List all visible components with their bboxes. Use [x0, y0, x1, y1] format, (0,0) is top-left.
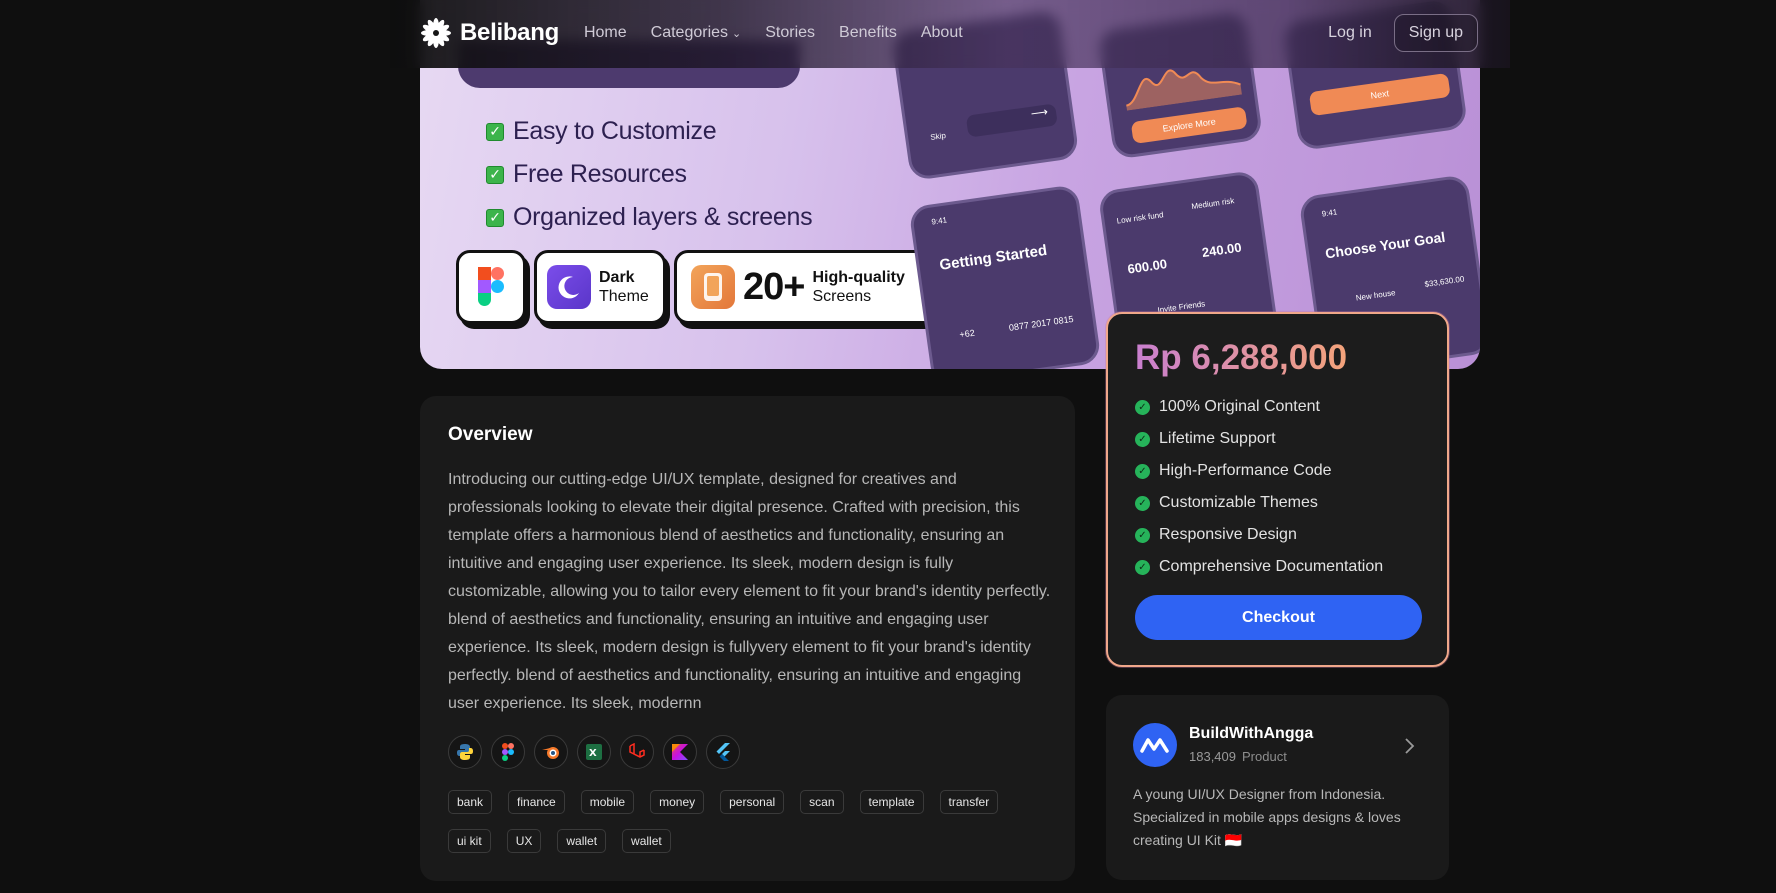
tool-icon-list: X — [448, 735, 740, 769]
feature-item: ✓ Organized layers & screens — [486, 196, 813, 239]
benefit-item: ✓ Comprehensive Documentation — [1135, 551, 1383, 583]
benefit-item: ✓ Customizable Themes — [1135, 487, 1383, 519]
tag-chip[interactable]: personal — [720, 790, 785, 814]
check-circle-icon: ✓ — [1135, 399, 1150, 415]
check-circle-icon: ✓ — [1135, 495, 1150, 511]
check-circle-icon: ✓ — [1135, 463, 1150, 479]
price-label: Rp 6,288,000 — [1135, 338, 1348, 377]
flutter-icon — [706, 735, 740, 769]
tag-chip[interactable]: mobile — [580, 790, 635, 814]
benefit-item: ✓ High-Performance Code — [1135, 455, 1383, 487]
hero-badges: Dark Theme 20+ High-quality Screens — [456, 250, 938, 324]
tag-chip[interactable]: wallet — [622, 829, 671, 853]
benefit-item: ✓ 100% Original Content — [1135, 391, 1383, 423]
laravel-icon — [620, 735, 654, 769]
tag-chip[interactable]: scan — [800, 790, 844, 814]
avatar — [1133, 723, 1177, 767]
nav-link-home[interactable]: Home — [584, 24, 627, 42]
chevron-down-icon: ⌄ — [732, 27, 742, 40]
check-circle-icon: ✓ — [1135, 431, 1150, 447]
feature-item: ✓ Free Resources — [486, 153, 812, 196]
tag-chip[interactable]: finance — [508, 790, 565, 814]
mock-screen-getting-started: 9:41 Getting Started +62 0877 2017 0815 — [908, 184, 1102, 369]
figma-badge — [456, 250, 526, 324]
kotlin-icon — [663, 735, 697, 769]
author-logo-icon — [1140, 738, 1169, 753]
checkout-button[interactable]: Checkout — [1135, 595, 1422, 640]
benefit-list: ✓ 100% Original Content ✓ Lifetime Support… — [1135, 391, 1383, 583]
tag-chip[interactable]: bank — [448, 790, 493, 814]
flower-logo-icon — [421, 18, 451, 48]
top-navbar: Belibang Home Categories ⌄ Stories Benef… — [390, 0, 1510, 68]
feature-item: ✓ Easy to Customize — [486, 110, 812, 153]
author-card[interactable]: BuildWithAngga 183,409 Product A young UI… — [1106, 695, 1449, 880]
tag-chip[interactable]: transfer — [939, 790, 999, 814]
tag-list: bank finance mobile money personal scan … — [448, 790, 1048, 853]
python-icon — [448, 735, 482, 769]
feature-list: ✓ Easy to Customize ✓ Free Resources ✓ O… — [486, 110, 813, 239]
nav-link-categories[interactable]: Categories ⌄ — [651, 24, 742, 42]
brand-logo[interactable]: Belibang — [420, 17, 559, 49]
svg-text:X: X — [589, 748, 597, 759]
dark-theme-badge: Dark Theme — [534, 250, 666, 324]
author-meta: 183,409 Product — [1189, 749, 1287, 764]
nav-link-about[interactable]: About — [921, 24, 963, 42]
pricing-card: Rp 6,288,000 ✓ 100% Original Content ✓ Lif… — [1106, 312, 1449, 667]
overview-title: Overview — [448, 424, 533, 445]
check-icon: ✓ — [486, 208, 504, 227]
author-name[interactable]: BuildWithAngga — [1189, 725, 1313, 743]
figma-icon — [478, 267, 504, 306]
check-circle-icon: ✓ — [1135, 559, 1150, 575]
author-bio: A young UI/UX Designer from Indonesia. S… — [1133, 786, 1401, 848]
moon-icon — [547, 265, 591, 309]
figma-icon — [491, 735, 525, 769]
screens-badge: 20+ High-quality Screens — [674, 250, 938, 324]
tag-chip[interactable]: UX — [506, 829, 542, 853]
tag-chip[interactable]: ui kit — [448, 829, 491, 853]
tag-chip[interactable]: wallet — [557, 829, 607, 853]
nav-link-benefits[interactable]: Benefits — [839, 24, 897, 42]
check-icon: ✓ — [486, 165, 504, 184]
tag-chip[interactable]: template — [859, 790, 924, 814]
overview-panel: Overview Introducing our cutting-edge UI… — [420, 396, 1075, 881]
chevron-right-icon[interactable] — [1403, 737, 1415, 760]
tag-chip[interactable]: money — [650, 790, 705, 814]
phone-icon — [691, 265, 735, 309]
check-icon: ✓ — [486, 122, 504, 141]
check-circle-icon: ✓ — [1135, 527, 1150, 543]
blender-icon — [534, 735, 568, 769]
signup-button[interactable]: Sign up — [1393, 14, 1478, 52]
benefit-item: ✓ Lifetime Support — [1135, 423, 1383, 455]
nav-link-stories[interactable]: Stories — [765, 24, 815, 42]
benefit-item: ✓ Responsive Design — [1135, 519, 1383, 551]
login-link[interactable]: Log in — [1328, 24, 1372, 42]
arrow-right-icon: ⟶ — [965, 103, 1058, 138]
excel-icon: X — [577, 735, 611, 769]
overview-description: Introducing our cutting-edge UI/UX templ… — [448, 471, 1051, 712]
